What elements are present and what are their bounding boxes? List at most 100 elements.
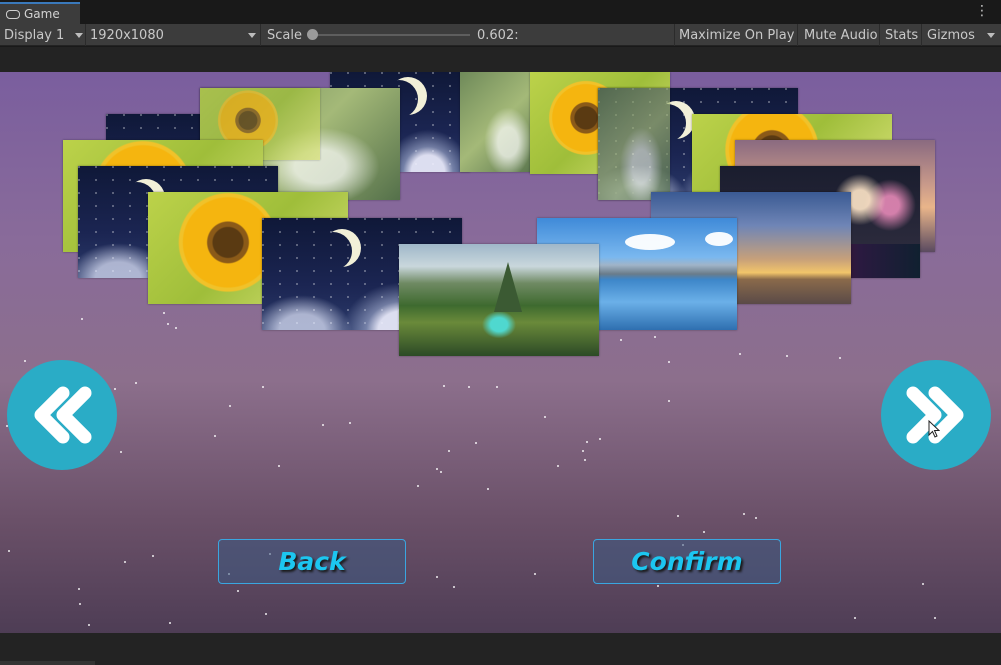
star xyxy=(175,327,177,329)
game-view-letterbox-bottom xyxy=(0,633,1001,665)
maximize-on-play-toggle[interactable]: Maximize On Play xyxy=(679,24,794,46)
editor-tabbar: Game ⋮ xyxy=(0,0,1001,24)
star xyxy=(135,382,137,384)
scrollbar-stub xyxy=(0,661,95,665)
mouse-cursor-icon xyxy=(928,420,940,438)
star xyxy=(278,465,280,467)
divider xyxy=(797,24,798,46)
prev-button[interactable] xyxy=(7,360,117,470)
mute-audio-toggle[interactable]: Mute Audio xyxy=(804,24,878,46)
star xyxy=(8,550,10,552)
star xyxy=(586,441,588,443)
star xyxy=(349,422,351,424)
star xyxy=(88,624,90,626)
star xyxy=(265,613,267,615)
star xyxy=(124,561,126,563)
star xyxy=(677,515,679,517)
scale-value: 0.602: xyxy=(477,27,519,43)
back-button[interactable]: Back xyxy=(218,539,406,584)
star xyxy=(81,318,83,320)
double-chevron-left-icon xyxy=(34,386,92,444)
gizmos-dropdown[interactable]: Gizmos xyxy=(927,24,995,46)
star xyxy=(475,442,477,444)
star xyxy=(854,617,856,619)
divider xyxy=(921,24,922,46)
gallery-card-mist[interactable] xyxy=(460,72,540,172)
star xyxy=(440,471,442,473)
star xyxy=(436,576,438,578)
star xyxy=(743,513,745,515)
star xyxy=(163,312,165,314)
star xyxy=(703,531,705,533)
star xyxy=(668,400,670,402)
star xyxy=(934,617,936,619)
confirm-button[interactable]: Confirm xyxy=(593,539,781,584)
chevron-down-icon xyxy=(986,32,995,38)
resolution-dropdown[interactable]: 1920x1080 xyxy=(90,24,258,46)
star xyxy=(417,485,419,487)
moon-icon xyxy=(314,232,352,270)
tab-game[interactable]: Game xyxy=(0,2,80,24)
gallery-card-mist[interactable] xyxy=(598,88,670,200)
star xyxy=(534,573,536,575)
star xyxy=(654,336,656,338)
game-viewport[interactable]: Back Confirm xyxy=(0,72,1001,633)
star xyxy=(24,360,26,362)
mountain-peak xyxy=(494,262,522,312)
star xyxy=(557,465,559,467)
star xyxy=(922,583,924,585)
chevron-down-icon xyxy=(248,33,256,38)
scale-slider-handle[interactable] xyxy=(307,29,318,40)
star xyxy=(487,488,489,490)
divider xyxy=(260,24,261,46)
game-view-letterbox-top xyxy=(0,47,1001,72)
chevron-down-icon xyxy=(75,32,84,38)
cloud-shape xyxy=(625,234,675,250)
divider xyxy=(674,24,675,46)
cloud-shape xyxy=(705,232,733,246)
star xyxy=(78,588,80,590)
star xyxy=(620,339,622,341)
display-dropdown[interactable]: Display 1 xyxy=(4,24,84,46)
star xyxy=(599,438,601,440)
star xyxy=(584,459,586,461)
resolution-label: 1920x1080 xyxy=(90,27,164,43)
star xyxy=(167,323,169,325)
star xyxy=(582,450,584,452)
star xyxy=(214,435,216,437)
star xyxy=(152,555,154,557)
scale-slider-track[interactable] xyxy=(312,34,470,36)
star xyxy=(755,517,757,519)
gallery-card-valley-selected[interactable] xyxy=(399,244,599,356)
star xyxy=(739,353,741,355)
star xyxy=(839,357,841,359)
star xyxy=(468,386,470,388)
kebab-menu-icon[interactable]: ⋮ xyxy=(975,4,989,18)
divider xyxy=(879,24,880,46)
divider xyxy=(85,24,86,46)
star xyxy=(657,585,659,587)
star xyxy=(436,468,438,470)
star xyxy=(786,355,788,357)
star xyxy=(262,386,264,388)
star xyxy=(496,386,498,388)
tab-game-label: Game xyxy=(24,7,60,21)
game-toolbar: Display 1 1920x1080 Scale 0.602: Maximiz… xyxy=(0,24,1001,46)
star xyxy=(544,416,546,418)
star xyxy=(448,450,450,452)
star xyxy=(169,622,171,624)
star xyxy=(120,451,122,453)
display-label: Display 1 xyxy=(4,27,65,43)
star xyxy=(114,388,116,390)
next-button[interactable] xyxy=(881,360,991,470)
star xyxy=(237,590,239,592)
star xyxy=(453,586,455,588)
star xyxy=(443,385,445,387)
star xyxy=(79,603,81,605)
stats-toggle[interactable]: Stats xyxy=(885,24,918,46)
gizmos-label: Gizmos xyxy=(927,27,975,43)
star xyxy=(229,405,231,407)
gamepad-icon xyxy=(6,9,20,19)
star xyxy=(322,424,324,426)
star xyxy=(668,361,670,363)
